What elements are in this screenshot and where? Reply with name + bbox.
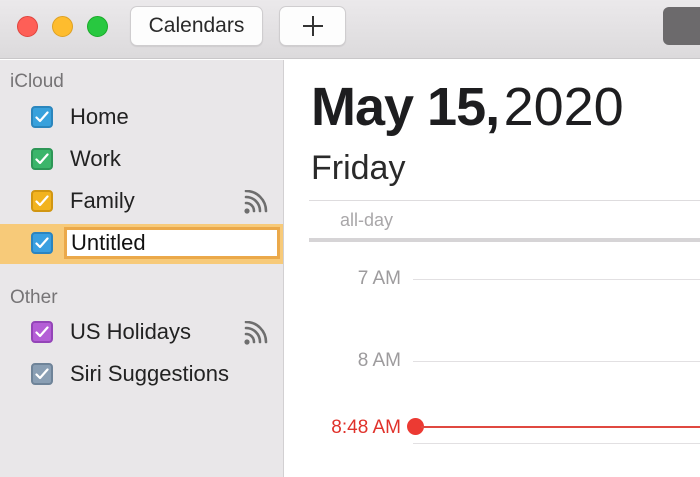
hour-gridline bbox=[413, 361, 700, 362]
plus-icon bbox=[302, 16, 323, 36]
window-titlebar: Calendars bbox=[0, 0, 700, 59]
month-day: May 15, bbox=[311, 77, 500, 137]
work-checkbox[interactable] bbox=[31, 148, 53, 170]
current-time-label: 8:48 AM bbox=[331, 417, 401, 438]
home-checkbox[interactable] bbox=[31, 106, 53, 128]
calendar-item-family[interactable]: Family bbox=[0, 182, 283, 222]
calendars-button-label: Calendars bbox=[148, 14, 245, 37]
close-window-button[interactable] bbox=[17, 16, 38, 37]
calendar-item-siri-suggestions[interactable]: Siri Suggestions bbox=[0, 355, 283, 395]
all-day-separator bbox=[309, 238, 700, 242]
all-day-label: all-day bbox=[340, 210, 394, 230]
section-header-other: Other bbox=[10, 287, 58, 308]
calendar-item-untitled[interactable] bbox=[0, 224, 283, 264]
calendar-label: Family bbox=[70, 188, 135, 213]
section-header-icloud: iCloud bbox=[10, 71, 64, 92]
calendar-item-work[interactable]: Work bbox=[0, 140, 283, 180]
checkmark-icon bbox=[35, 237, 49, 249]
calendar-item-us-holidays[interactable]: US Holidays bbox=[0, 313, 283, 353]
weekday: Friday bbox=[311, 149, 406, 187]
checkmark-icon bbox=[35, 326, 49, 338]
current-time-line bbox=[421, 426, 700, 428]
minimize-window-button[interactable] bbox=[52, 16, 73, 37]
siri-suggestions-checkbox[interactable] bbox=[31, 363, 53, 385]
add-event-button[interactable] bbox=[279, 6, 346, 46]
zoom-window-button[interactable] bbox=[87, 16, 108, 37]
toolbar-segment-button[interactable] bbox=[663, 7, 700, 45]
year: 2020 bbox=[503, 77, 624, 137]
calendar-item-home[interactable]: Home bbox=[0, 98, 283, 138]
checkmark-icon bbox=[35, 195, 49, 207]
untitled-checkbox[interactable] bbox=[31, 232, 53, 254]
us-holidays-checkbox[interactable] bbox=[31, 321, 53, 343]
calendar-name-field[interactable] bbox=[64, 227, 280, 259]
calendar-label: US Holidays bbox=[70, 319, 192, 344]
hour-gridline bbox=[413, 279, 700, 280]
date-heading: May 15, 2020 bbox=[311, 76, 624, 138]
hour-label-7am: 7 AM bbox=[357, 268, 401, 289]
day-view[interactable]: May 15, 2020 Friday all-day 7 AM 8 AM 8:… bbox=[285, 60, 700, 477]
checkmark-icon bbox=[35, 111, 49, 123]
hour-gridline bbox=[413, 443, 700, 444]
family-checkbox[interactable] bbox=[31, 190, 53, 212]
calendars-button[interactable]: Calendars bbox=[130, 6, 263, 46]
shared-calendar-icon[interactable] bbox=[242, 190, 272, 216]
calendar-label: Home bbox=[70, 104, 129, 129]
divider bbox=[309, 200, 700, 201]
calendar-label: Work bbox=[70, 146, 121, 171]
calendar-sidebar: iCloud Home Work Family Other bbox=[0, 60, 284, 477]
checkmark-icon bbox=[35, 368, 49, 380]
hour-label-8am: 8 AM bbox=[357, 350, 401, 371]
checkmark-icon bbox=[35, 153, 49, 165]
shared-calendar-icon[interactable] bbox=[242, 321, 272, 347]
calendar-label: Siri Suggestions bbox=[70, 361, 229, 386]
